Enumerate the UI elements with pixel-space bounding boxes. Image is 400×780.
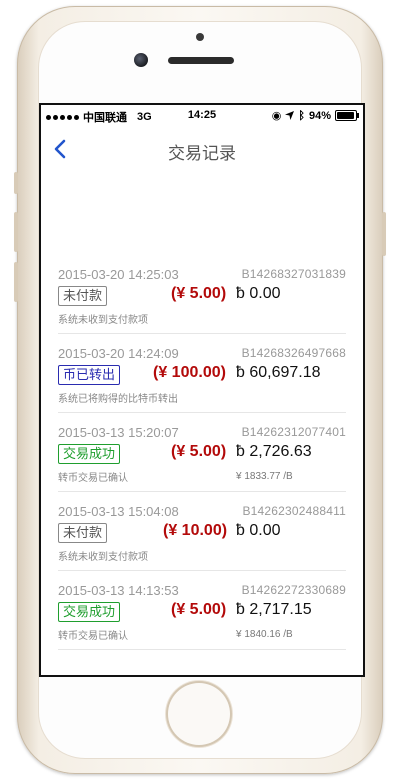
transaction-record[interactable]: 2015-03-20 14:24:09 B14268326497668 币已转出 (¥…: [58, 334, 346, 413]
cny-amount: (¥ 10.00): [163, 522, 228, 539]
order-number: B14262302488411: [242, 504, 346, 518]
btc-amount: ƀ 2,717.15: [236, 601, 312, 618]
status-note: 系统已将购得的比特币转出: [58, 394, 178, 405]
volume-down-button: [14, 262, 18, 302]
exchange-rate: ¥ 1833.77 /B: [236, 471, 293, 482]
cny-amount: (¥ 5.00): [171, 285, 227, 302]
earpiece-speaker: [168, 57, 234, 64]
order-number: B14268326497668: [241, 346, 346, 360]
status-note: 转币交易已确认: [58, 631, 128, 642]
btc-amount: ƀ 60,697.18: [236, 364, 321, 381]
front-camera-icon: [134, 53, 148, 67]
cny-amount: (¥ 5.00): [171, 443, 227, 460]
transaction-datetime: 2015-03-13 14:13:53: [58, 583, 179, 598]
status-badge: 未付款: [58, 286, 108, 306]
btc-amount: ƀ 0.00: [236, 285, 281, 302]
page-title: 交易记录: [168, 144, 236, 163]
status-bar: 中国联通 3G 14:25 ◉ ᛒ 94%: [41, 105, 363, 125]
transaction-datetime: 2015-03-13 15:04:08: [58, 504, 179, 519]
cny-amount: (¥ 100.00): [153, 364, 226, 381]
power-button: [382, 212, 386, 256]
navigation-bar: 交易记录: [41, 127, 363, 171]
status-badge: 交易成功: [58, 602, 121, 622]
cny-amount: (¥ 5.00): [171, 601, 227, 618]
bluetooth-icon: ᛒ: [298, 109, 305, 122]
status-note: 系统未收到支付款项: [58, 552, 148, 563]
transaction-record[interactable]: 2015-03-13 14:13:53 B14262272330689 交易成功 (¥…: [58, 571, 346, 650]
transaction-list: 2015-03-20 14:25:03 B14268327031839 未付款 (¥ …: [41, 255, 363, 650]
battery-percent: 94%: [308, 109, 331, 122]
location-icon: [285, 111, 295, 120]
btc-amount: ƀ 0.00: [236, 522, 281, 539]
transaction-record[interactable]: 2015-03-20 14:25:03 B14268327031839 未付款 (¥ …: [58, 255, 346, 334]
battery-icon: [335, 110, 359, 121]
rotation-lock-icon: ◉: [271, 110, 282, 122]
exchange-rate: ¥ 1840.16 /B: [236, 629, 293, 640]
proximity-sensor: [196, 33, 204, 41]
transaction-record[interactable]: 2015-03-13 15:04:08 B14262302488411 未付款 (¥ …: [58, 492, 346, 571]
transaction-datetime: 2015-03-20 14:24:09: [58, 346, 179, 361]
order-number: B14262272330689: [241, 583, 346, 597]
transaction-datetime: 2015-03-20 14:25:03: [58, 267, 179, 282]
screen: 中国联通 3G 14:25 ◉ ᛒ 94% 交易记录 2015-03-20 14…: [39, 103, 365, 677]
order-number: B14268327031839: [241, 267, 346, 281]
mute-switch: [14, 172, 18, 194]
status-note: 转币交易已确认: [58, 473, 128, 484]
volume-up-button: [14, 212, 18, 252]
status-badge: 币已转出: [58, 365, 121, 385]
status-badge: 交易成功: [58, 444, 121, 464]
home-button[interactable]: [168, 683, 230, 745]
status-badge: 未付款: [58, 523, 108, 543]
transaction-record[interactable]: 2015-03-13 15:20:07 B14262312077401 交易成功 (¥…: [58, 413, 346, 492]
btc-amount: ƀ 2,726.63: [236, 443, 312, 460]
status-note: 系统未收到支付款项: [58, 315, 148, 326]
transaction-datetime: 2015-03-13 15:20:07: [58, 425, 179, 440]
order-number: B14262312077401: [241, 425, 346, 439]
